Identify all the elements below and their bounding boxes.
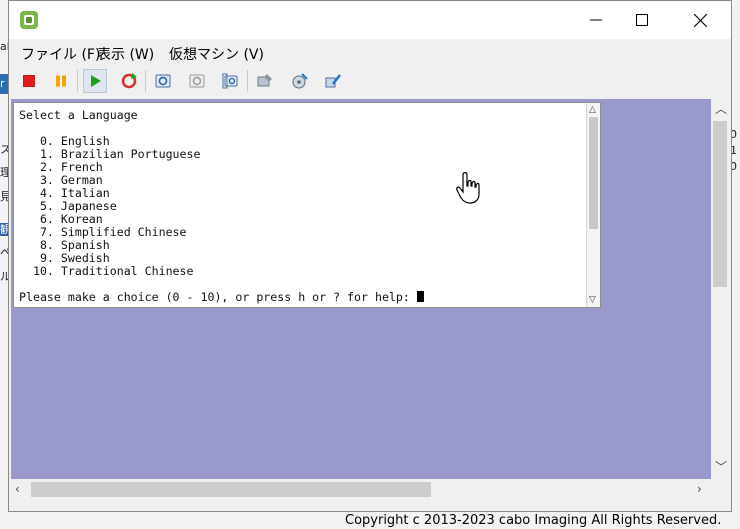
horizontal-scroll-thumb[interactable] [31, 482, 431, 497]
vertical-scroll-thumb[interactable] [713, 121, 727, 287]
snapshot-button[interactable] [151, 69, 175, 93]
menu-bar: ファイル (F) 表示 (W) 仮想マシン (V) [9, 39, 731, 65]
console-panel[interactable]: Select a Language 0. English 1. Brazilia… [13, 102, 601, 308]
console-scrollbar[interactable]: △ ▽ [586, 103, 600, 307]
maximize-icon [636, 14, 648, 26]
vm-display[interactable]: Select a Language 0. English 1. Brazilia… [11, 99, 711, 479]
vm-window: ファイル (F) 表示 (W) 仮想マシン (V) Select a Langu… [8, 0, 732, 512]
scroll-left-arrow-icon[interactable]: ‹ [15, 483, 20, 495]
scroll-up-icon[interactable]: △ [589, 104, 596, 116]
pause-icon [56, 75, 66, 87]
app-logo-icon [20, 11, 38, 29]
play-icon [91, 75, 101, 87]
toolbar-separator [77, 70, 78, 92]
console-menu-text: Select a Language 0. English 1. Brazilia… [19, 108, 201, 278]
toolbar-separator [145, 70, 146, 92]
console-scroll-thumb[interactable] [589, 117, 598, 229]
console-output: Select a Language 0. English 1. Brazilia… [19, 109, 579, 304]
scroll-down-icon[interactable]: ▽ [589, 294, 596, 306]
console-prompt: Please make a choice (0 - 10), or press … [19, 290, 417, 304]
close-button[interactable] [677, 1, 723, 39]
close-icon [693, 13, 707, 27]
settings-button[interactable] [253, 69, 277, 93]
horizontal-scrollbar[interactable]: ‹ › [11, 479, 711, 499]
toolbar-separator [247, 70, 248, 92]
copyright-text: Copyright c 2013-2023 cabo Imaging All R… [345, 513, 722, 528]
scroll-right-arrow-icon[interactable]: › [697, 483, 702, 495]
title-bar[interactable] [9, 1, 731, 39]
maximize-button[interactable] [619, 1, 665, 39]
scroll-down-arrow-icon[interactable]: ﹀ [715, 461, 727, 473]
media-button[interactable] [287, 69, 311, 93]
text-cursor [416, 291, 424, 302]
snapshot-manager-button[interactable] [219, 69, 243, 93]
scroll-up-arrow-icon[interactable]: ︿ [715, 103, 727, 115]
snapshot-revert-button[interactable] [185, 69, 209, 93]
snapshot-manager-icon [222, 73, 238, 89]
toolbar [9, 65, 731, 97]
reset-icon [121, 73, 137, 89]
pause-button[interactable] [49, 69, 73, 93]
vertical-scrollbar[interactable]: ︿ ﹀ [711, 99, 729, 479]
settings-icon [257, 74, 272, 87]
menu-file[interactable]: ファイル (F) [21, 44, 100, 64]
menu-view[interactable]: 表示 (W) [97, 44, 154, 64]
minimize-icon [590, 19, 602, 21]
hand-cursor-icon [456, 172, 480, 204]
reset-button[interactable] [117, 69, 141, 93]
media-icon [292, 73, 308, 89]
snapshot-icon [155, 74, 171, 88]
menu-vm[interactable]: 仮想マシン (V) [169, 44, 264, 64]
tools-icon [325, 74, 341, 88]
tools-button[interactable] [321, 69, 345, 93]
stop-button[interactable] [17, 69, 41, 93]
snapshot-revert-icon [189, 74, 205, 88]
minimize-button[interactable] [573, 1, 619, 39]
stop-icon [23, 75, 35, 87]
play-button[interactable] [83, 69, 107, 93]
